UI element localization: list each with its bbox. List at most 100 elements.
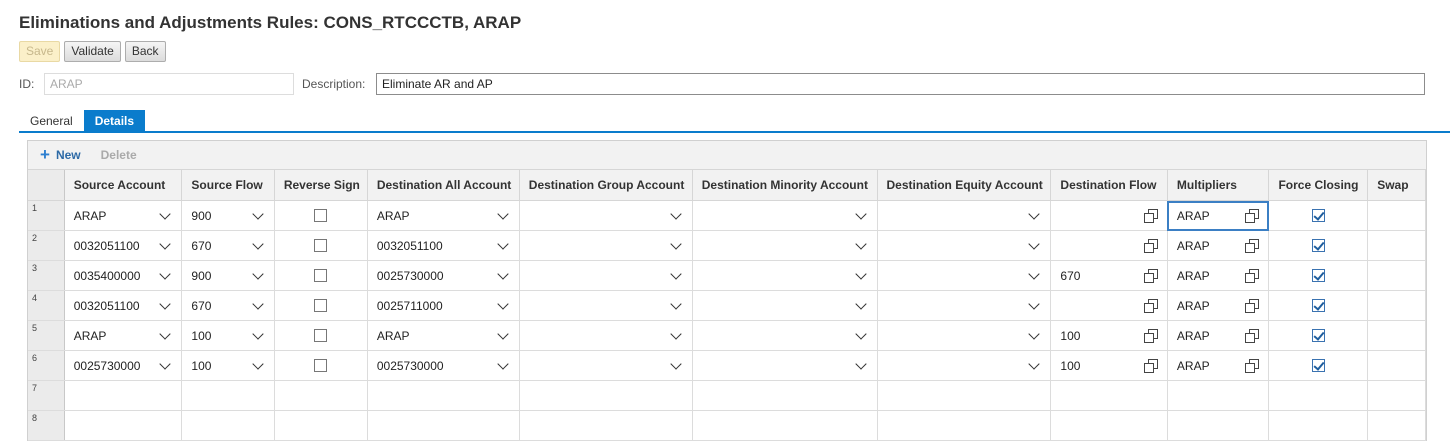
chevron-down-icon[interactable] <box>159 327 172 340</box>
empty-cell[interactable] <box>692 380 878 411</box>
chevron-down-icon[interactable] <box>497 237 509 250</box>
destination-group-account-select[interactable] <box>519 290 693 321</box>
chevron-down-icon[interactable] <box>854 237 867 250</box>
chevron-down-icon[interactable] <box>252 267 264 280</box>
chevron-down-icon[interactable] <box>670 357 682 370</box>
source-account-select[interactable]: 0025730000 <box>64 350 183 381</box>
reverse-sign-checkbox[interactable] <box>314 209 328 222</box>
destination-flow-field[interactable]: 670 <box>1050 260 1168 291</box>
empty-cell[interactable] <box>367 380 520 411</box>
destination-minority-account-select[interactable] <box>692 320 878 351</box>
force-closing-checkbox[interactable] <box>1311 269 1325 282</box>
source-account-select[interactable]: 0032051100 <box>64 230 183 261</box>
swap-cell[interactable] <box>1367 320 1426 351</box>
column-header[interactable]: Multipliers <box>1167 170 1270 201</box>
chevron-down-icon[interactable] <box>497 327 509 340</box>
source-account-select[interactable]: 0035400000 <box>64 260 183 291</box>
copy-icon[interactable] <box>1143 239 1158 253</box>
destination-minority-account-select[interactable] <box>692 350 878 381</box>
empty-cell[interactable] <box>181 410 275 441</box>
destination-minority-account-select[interactable] <box>692 230 878 261</box>
reverse-sign-checkbox[interactable] <box>314 359 328 372</box>
empty-cell[interactable] <box>1367 410 1426 441</box>
copy-icon[interactable] <box>1245 209 1260 223</box>
force-closing-checkbox[interactable] <box>1311 239 1325 252</box>
chevron-down-icon[interactable] <box>252 237 264 250</box>
destination-group-account-select[interactable] <box>519 200 693 231</box>
empty-cell[interactable] <box>1367 380 1426 411</box>
validate-button[interactable]: Validate <box>64 41 121 62</box>
destination-equity-account-select[interactable] <box>877 230 1052 261</box>
destination-equity-account-select[interactable] <box>877 200 1052 231</box>
empty-cell[interactable] <box>181 380 275 411</box>
copy-icon[interactable] <box>1245 239 1260 253</box>
swap-cell[interactable] <box>1367 350 1426 381</box>
destination-flow-field[interactable]: 100 <box>1050 350 1168 381</box>
column-header[interactable]: Destination Flow <box>1050 170 1168 201</box>
reverse-sign-checkbox[interactable] <box>314 269 328 282</box>
reverse-sign-checkbox[interactable] <box>314 239 328 252</box>
reverse-sign-checkbox[interactable] <box>314 329 328 342</box>
destination-flow-field[interactable] <box>1050 230 1168 261</box>
empty-cell[interactable] <box>1167 380 1270 411</box>
chevron-down-icon[interactable] <box>159 267 172 280</box>
source-flow-select[interactable]: 100 <box>181 320 275 351</box>
destination-minority-account-select[interactable] <box>692 200 878 231</box>
chevron-down-icon[interactable] <box>1028 357 1041 370</box>
chevron-down-icon[interactable] <box>854 357 867 370</box>
destination-all-account-select[interactable]: ARAP <box>367 200 520 231</box>
copy-icon[interactable] <box>1143 269 1158 283</box>
destination-equity-account-select[interactable] <box>877 320 1052 351</box>
swap-cell[interactable] <box>1367 260 1426 291</box>
destination-equity-account-select[interactable] <box>877 350 1052 381</box>
copy-icon[interactable] <box>1143 209 1158 223</box>
destination-equity-account-select[interactable] <box>877 290 1052 321</box>
column-header[interactable]: Destination Group Account <box>519 170 693 201</box>
new-button[interactable]: + New <box>40 146 81 163</box>
destination-minority-account-select[interactable] <box>692 290 878 321</box>
chevron-down-icon[interactable] <box>1028 267 1041 280</box>
copy-icon[interactable] <box>1245 299 1260 313</box>
empty-cell[interactable] <box>1050 380 1168 411</box>
destination-all-account-select[interactable]: 0025730000 <box>367 260 520 291</box>
source-account-select[interactable]: ARAP <box>64 320 183 351</box>
empty-cell[interactable] <box>1268 410 1369 441</box>
chevron-down-icon[interactable] <box>670 207 682 220</box>
empty-cell[interactable] <box>64 410 183 441</box>
chevron-down-icon[interactable] <box>1028 207 1041 220</box>
chevron-down-icon[interactable] <box>252 207 264 220</box>
back-button[interactable]: Back <box>124 41 166 62</box>
destination-minority-account-select[interactable] <box>692 260 878 291</box>
destination-all-account-select[interactable]: 0025730000 <box>367 350 520 381</box>
empty-cell[interactable] <box>274 410 368 441</box>
force-closing-checkbox[interactable] <box>1311 329 1325 342</box>
empty-cell[interactable] <box>367 410 520 441</box>
empty-cell[interactable] <box>1167 410 1270 441</box>
copy-icon[interactable] <box>1245 269 1260 283</box>
chevron-down-icon[interactable] <box>497 207 509 220</box>
column-header[interactable]: Destination Minority Account <box>692 170 878 201</box>
force-closing-checkbox[interactable] <box>1311 359 1325 372</box>
chevron-down-icon[interactable] <box>497 297 509 310</box>
destination-flow-field[interactable] <box>1050 200 1168 231</box>
chevron-down-icon[interactable] <box>252 297 264 310</box>
chevron-down-icon[interactable] <box>159 237 172 250</box>
force-closing-checkbox[interactable] <box>1311 209 1325 222</box>
column-header[interactable]: Destination All Account <box>367 170 520 201</box>
destination-equity-account-select[interactable] <box>877 260 1052 291</box>
empty-cell[interactable] <box>64 380 183 411</box>
swap-cell[interactable] <box>1367 200 1426 231</box>
chevron-down-icon[interactable] <box>159 357 172 370</box>
source-account-select[interactable]: ARAP <box>64 200 183 231</box>
empty-cell[interactable] <box>1050 410 1168 441</box>
multipliers-field[interactable]: ARAP <box>1167 230 1270 261</box>
chevron-down-icon[interactable] <box>497 357 509 370</box>
empty-cell[interactable] <box>274 380 368 411</box>
description-field[interactable]: Eliminate AR and AP <box>376 73 1425 95</box>
column-header[interactable]: Force Closing <box>1268 170 1369 201</box>
column-header[interactable]: Destination Equity Account <box>877 170 1052 201</box>
destination-group-account-select[interactable] <box>519 320 693 351</box>
chevron-down-icon[interactable] <box>159 297 172 310</box>
column-header[interactable]: Source Account <box>64 170 183 201</box>
destination-all-account-select[interactable]: 0025711000 <box>367 290 520 321</box>
